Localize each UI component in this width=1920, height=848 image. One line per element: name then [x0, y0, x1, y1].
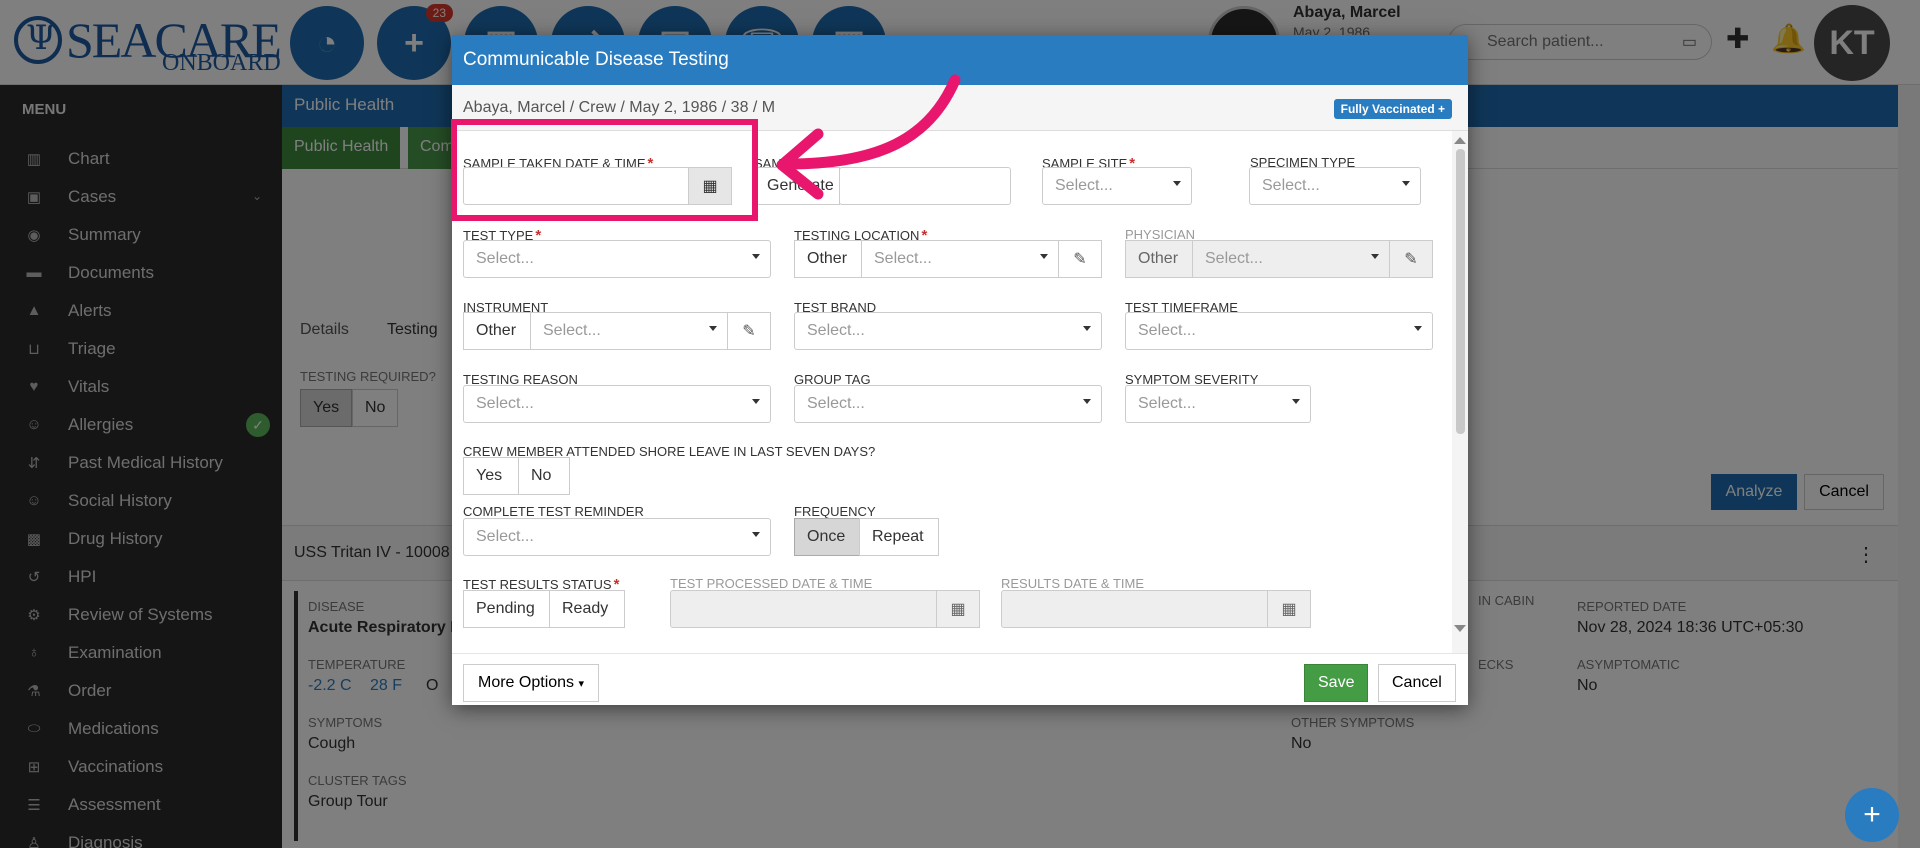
processed-calendar-button[interactable]: ▦ — [936, 590, 980, 628]
specimen-type-select[interactable]: Select... — [1249, 167, 1421, 205]
edit-icon: ✎ — [1404, 251, 1418, 268]
modal-patient-bar: Abaya, Marcel / Crew / May 2, 1986 / 38 … — [452, 85, 1468, 131]
frequency-label: FREQUENCY — [794, 504, 876, 519]
more-options-label: More Options — [478, 674, 575, 691]
test-type-select[interactable]: Select... — [463, 240, 771, 278]
frequency-once-button[interactable]: Once — [794, 518, 860, 556]
caret-down-icon — [1083, 399, 1091, 404]
select-placeholder: Select... — [807, 395, 865, 412]
processed-datetime-input[interactable] — [670, 590, 938, 628]
vaccination-status-badge[interactable]: Fully Vaccinated + — [1333, 99, 1452, 119]
test-brand-select[interactable]: Select... — [794, 312, 1102, 350]
results-datetime-label: RESULTS DATE & TIME — [1001, 576, 1145, 591]
physician-select[interactable]: Select... — [1192, 240, 1390, 278]
select-placeholder: Select... — [543, 322, 601, 339]
shore-leave-yes-button[interactable]: Yes — [463, 457, 519, 495]
modal-form: SAMPLE TAKEN DATE & TIME * ▦ SAMPLE ID * G… — [452, 131, 1452, 673]
physician-other-button[interactable]: Other — [1125, 240, 1193, 278]
select-placeholder: Select... — [1262, 177, 1320, 194]
results-ready-button[interactable]: Ready — [549, 590, 625, 628]
plus-icon: + — [1863, 798, 1881, 831]
caret-down-icon — [1040, 254, 1048, 259]
calendar-icon: ▦ — [950, 601, 966, 618]
complete-reminder-label: COMPLETE TEST REMINDER — [463, 504, 644, 519]
calendar-icon: ▦ — [1281, 601, 1297, 618]
modal-footer: More Options ▾ Save Cancel — [452, 653, 1468, 705]
symptom-severity-select[interactable]: Select... — [1125, 385, 1311, 423]
app-root: SEACARE ONBOARD ◔ + 23 ▦ ⇄ ▣ ☏ ▥ Abaya, … — [0, 0, 1920, 848]
physician-edit-button[interactable]: ✎ — [1389, 240, 1433, 278]
scroll-down-icon[interactable] — [1454, 625, 1466, 632]
edit-icon: ✎ — [742, 323, 756, 340]
sample-taken-calendar-button[interactable]: ▦ — [688, 167, 732, 205]
testing-location-other-button[interactable]: Other — [794, 240, 862, 278]
testing-reason-select[interactable]: Select... — [463, 385, 771, 423]
patient-summary-line: Abaya, Marcel / Crew / May 2, 1986 / 38 … — [463, 99, 776, 116]
sample-taken-datetime-input[interactable] — [463, 167, 690, 205]
select-placeholder: Select... — [1205, 250, 1263, 267]
caret-down-icon — [752, 254, 760, 259]
caret-down-icon — [1292, 399, 1300, 404]
more-options-button[interactable]: More Options ▾ — [463, 664, 600, 702]
instrument-select[interactable]: Select... — [530, 312, 728, 350]
scroll-up-icon[interactable] — [1454, 137, 1466, 144]
modal-title: Communicable Disease Testing — [452, 35, 1468, 85]
select-placeholder: Select... — [874, 250, 932, 267]
calendar-icon: ▦ — [702, 178, 718, 195]
test-timeframe-select[interactable]: Select... — [1125, 312, 1433, 350]
cancel-button[interactable]: Cancel — [1378, 664, 1456, 702]
sample-id-input[interactable] — [839, 167, 1011, 205]
group-tag-select[interactable]: Select... — [794, 385, 1102, 423]
testing-location-edit-button[interactable]: ✎ — [1058, 240, 1102, 278]
select-placeholder: Select... — [476, 395, 534, 412]
communicable-disease-modal: Communicable Disease Testing Abaya, Marc… — [452, 35, 1468, 705]
select-placeholder: Select... — [476, 250, 534, 267]
modal-scrollbar[interactable] — [1452, 131, 1468, 673]
floating-add-button[interactable]: + — [1845, 788, 1899, 842]
select-placeholder: Select... — [1138, 395, 1196, 412]
scrollbar-thumb[interactable] — [1456, 149, 1465, 434]
caret-down-icon — [1371, 254, 1379, 259]
results-pending-button[interactable]: Pending — [463, 590, 550, 628]
caret-down-icon — [752, 399, 760, 404]
save-button[interactable]: Save — [1304, 664, 1369, 702]
results-datetime-input[interactable] — [1001, 590, 1269, 628]
caret-down-icon — [752, 532, 760, 537]
select-placeholder: Select... — [1138, 322, 1196, 339]
caret-down-icon: ▾ — [578, 678, 585, 690]
frequency-repeat-button[interactable]: Repeat — [859, 518, 939, 556]
select-placeholder: Select... — [1055, 177, 1113, 194]
testing-location-select[interactable]: Select... — [861, 240, 1059, 278]
instrument-edit-button[interactable]: ✎ — [727, 312, 771, 350]
complete-reminder-select[interactable]: Select... — [463, 518, 771, 556]
results-calendar-button[interactable]: ▦ — [1267, 590, 1311, 628]
select-placeholder: Select... — [476, 528, 534, 545]
shore-leave-no-button[interactable]: No — [518, 457, 570, 495]
sample-site-select[interactable]: Select... — [1042, 167, 1192, 205]
edit-icon: ✎ — [1073, 251, 1087, 268]
caret-down-icon — [1402, 181, 1410, 186]
caret-down-icon — [1083, 326, 1091, 331]
caret-down-icon — [1414, 326, 1422, 331]
processed-datetime-label: TEST PROCESSED DATE & TIME — [670, 576, 873, 591]
generate-id-button[interactable]: Generate — [754, 167, 840, 205]
instrument-other-button[interactable]: Other — [463, 312, 531, 350]
caret-down-icon — [1173, 181, 1181, 186]
caret-down-icon — [709, 326, 717, 331]
select-placeholder: Select... — [807, 322, 865, 339]
